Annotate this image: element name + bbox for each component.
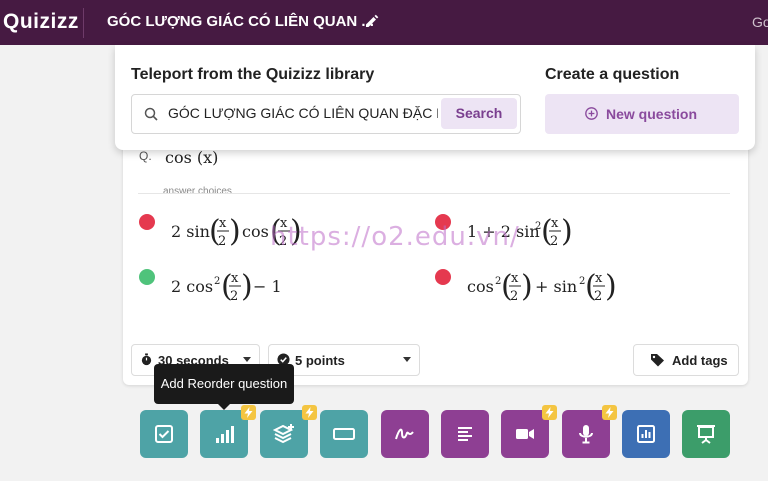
search-icon <box>144 107 158 121</box>
lightning-bolt-icon <box>241 405 256 420</box>
plus-circle-icon <box>585 107 598 120</box>
choice-4-formula: cos 2 ( x 2 ) + sin 2 ( x 2 ) <box>467 269 617 304</box>
watermark-text: https://o2.edu.vn/ <box>270 222 520 252</box>
svg-text:cos: cos <box>467 277 494 296</box>
svg-text:2: 2 <box>230 289 238 304</box>
svg-text:2: 2 <box>510 289 518 304</box>
question-text: cos (x) <box>165 148 219 167</box>
points-value: 5 points <box>295 353 345 368</box>
svg-text:2 cos: 2 cos <box>171 277 213 296</box>
svg-text:): ) <box>561 214 573 249</box>
add-tags-label: Add tags <box>672 353 728 368</box>
svg-text:x: x <box>231 271 239 286</box>
multiple-choice-button[interactable] <box>140 410 188 458</box>
choice-3-formula: 2 cos 2 ( x 2 ) − 1 <box>171 269 282 304</box>
lightning-bolt-icon <box>542 405 557 420</box>
divider <box>138 193 730 194</box>
quiz-title[interactable]: GÓC LƯỢNG GIÁC CÓ LIÊN QUAN ... <box>107 13 374 30</box>
svg-text:x: x <box>551 216 559 231</box>
text-lines-icon <box>458 427 472 441</box>
chevron-down-icon <box>403 357 411 362</box>
svg-text:2: 2 <box>214 276 220 287</box>
svg-text:): ) <box>241 269 253 304</box>
layers-plus-icon <box>273 424 294 444</box>
choice-1-incorrect-marker[interactable] <box>139 214 155 230</box>
create-question-heading: Create a question <box>545 66 680 83</box>
svg-text:+ sin: + sin <box>535 277 577 296</box>
quizizz-logo[interactable]: Quizizz <box>3 10 79 34</box>
add-question-panel: Teleport from the Quizizz library GÓC LƯ… <box>115 45 755 150</box>
svg-text:2: 2 <box>550 234 558 249</box>
slide-button[interactable] <box>682 410 730 458</box>
svg-text:): ) <box>229 214 241 249</box>
answer-choices-label: answer choices <box>163 186 232 197</box>
tag-icon <box>651 354 664 367</box>
lightning-bolt-icon <box>602 405 617 420</box>
draw-button[interactable] <box>381 410 429 458</box>
svg-text:x: x <box>511 271 519 286</box>
svg-text:− 1: − 1 <box>253 277 282 296</box>
svg-text:): ) <box>521 269 533 304</box>
add-tags-button[interactable]: Add tags <box>633 344 739 376</box>
question-label: Q. <box>139 149 152 163</box>
svg-text:2: 2 <box>218 234 226 249</box>
lightning-bolt-icon <box>302 405 317 420</box>
open-ended-button[interactable] <box>441 410 489 458</box>
rectangle-icon <box>333 428 355 440</box>
svg-text:cos: cos <box>242 222 269 241</box>
video-camera-icon <box>516 429 534 439</box>
new-question-button[interactable]: New question <box>545 94 739 134</box>
header-divider <box>83 8 84 38</box>
signature-icon <box>395 428 414 440</box>
microphone-icon <box>579 425 593 444</box>
svg-text:x: x <box>595 271 603 286</box>
new-question-label: New question <box>606 106 698 122</box>
poll-chart-icon <box>637 425 655 443</box>
choice-4-incorrect-marker[interactable] <box>435 269 451 285</box>
match-button[interactable] <box>260 410 308 458</box>
svg-text:): ) <box>605 269 617 304</box>
fill-in-blank-button[interactable] <box>320 410 368 458</box>
poll-button[interactable] <box>622 410 670 458</box>
library-heading: Teleport from the Quizizz library <box>131 66 375 83</box>
stopwatch-icon <box>141 353 152 366</box>
pencil-icon[interactable] <box>364 13 380 29</box>
search-button[interactable]: Search <box>441 98 517 129</box>
choice-3-correct-marker[interactable] <box>139 269 155 285</box>
question-card: Q. cos (x) answer choices 2 sin ( x 2 ) … <box>123 130 748 385</box>
svg-text:x: x <box>219 216 227 231</box>
library-search-field[interactable]: GÓC LƯỢNG GIÁC CÓ LIÊN QUAN ĐẶC BIỆT Sea… <box>131 94 521 134</box>
bar-chart-icon <box>216 426 234 443</box>
svg-text:2: 2 <box>594 289 602 304</box>
chevron-down-icon <box>243 357 251 362</box>
svg-text:2 sin: 2 sin <box>171 222 210 241</box>
checkbox-icon <box>155 425 173 443</box>
tooltip: Add Reorder question <box>154 364 294 410</box>
header-right-text[interactable]: Go <box>752 14 768 30</box>
presentation-icon <box>697 425 715 444</box>
top-bar: Quizizz GÓC LƯỢNG GIÁC CÓ LIÊN QUAN ... … <box>0 0 768 45</box>
search-input[interactable]: GÓC LƯỢNG GIÁC CÓ LIÊN QUAN ĐẶC BIỆT <box>168 105 438 121</box>
